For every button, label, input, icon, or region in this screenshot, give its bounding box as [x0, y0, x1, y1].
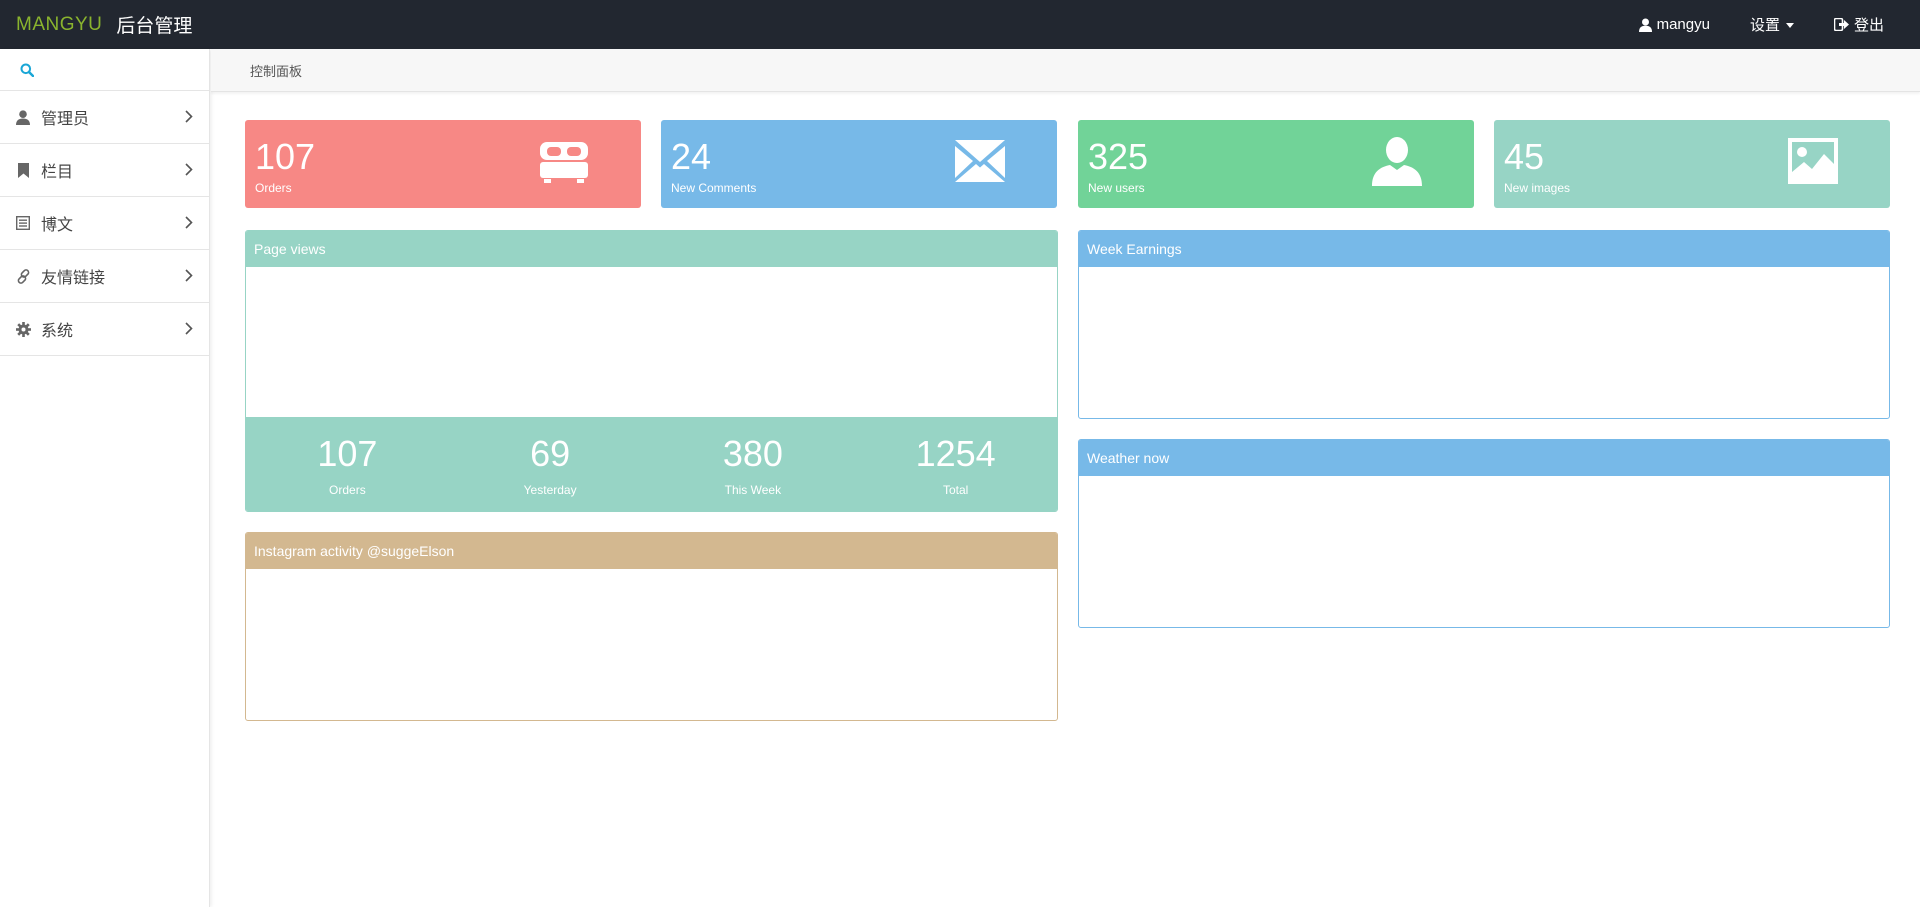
- tile-value: 325: [1088, 136, 1149, 177]
- breadcrumb: 控制面板: [211, 49, 1920, 92]
- tile-label: New images: [1504, 181, 1571, 195]
- sidebar-item-label: 博文: [41, 217, 74, 234]
- stat-value: 69: [530, 433, 571, 474]
- user-icon: [15, 109, 31, 125]
- caret-down-icon: [1785, 23, 1794, 28]
- gear-icon: [15, 321, 31, 337]
- panel-title: Page views: [246, 231, 1057, 267]
- user-menu[interactable]: mangyu: [1619, 0, 1730, 49]
- stat-label: Yesterday: [523, 483, 577, 497]
- search-icon[interactable]: [20, 63, 34, 77]
- brand-title[interactable]: 后台管理: [116, 11, 192, 38]
- stat-value: 107: [317, 433, 378, 474]
- page-views-stats: 107 Orders 69 Yesterday 380 This Week 12…: [246, 417, 1057, 511]
- settings-dropdown[interactable]: 设置: [1730, 0, 1814, 49]
- stat-tile-users[interactable]: 325 New users: [1078, 120, 1474, 208]
- top-right-menu: mangyu 设置 登出: [1619, 0, 1920, 49]
- sidebar-search[interactable]: [0, 49, 209, 91]
- sidebar-item-label: 管理员: [41, 111, 90, 128]
- tile-value: 24: [671, 136, 712, 177]
- sidebar-item-links[interactable]: 友情链接: [0, 250, 209, 303]
- chevron-right-icon: [185, 110, 193, 123]
- picture-icon: [1788, 138, 1838, 184]
- stat-total: 1254 Total: [854, 417, 1057, 511]
- bookmark-icon: [15, 162, 31, 178]
- sidebar-item-label: 系统: [41, 323, 74, 340]
- tile-value: 107: [255, 136, 316, 177]
- tile-label: Orders: [255, 181, 292, 195]
- week-earnings-panel: Week Earnings: [1078, 230, 1890, 419]
- stat-value: 1254: [915, 433, 996, 474]
- chevron-right-icon: [185, 163, 193, 176]
- instagram-panel: Instagram activity @suggeElson: [245, 532, 1058, 721]
- top-navbar: MANGYU 后台管理 mangyu 设置 登出: [0, 0, 1920, 49]
- panel-title: Week Earnings: [1079, 231, 1889, 267]
- logout-icon: [1833, 18, 1849, 31]
- sidebar: 管理员 栏目 博文 友情链接 系统: [0, 49, 210, 907]
- stat-yesterday: 69 Yesterday: [449, 417, 652, 511]
- weather-panel: Weather now: [1078, 439, 1890, 628]
- chevron-right-icon: [185, 216, 193, 229]
- sidebar-item-column[interactable]: 栏目: [0, 144, 209, 197]
- envelope-icon: [955, 140, 1005, 182]
- breadcrumb-item[interactable]: 控制面板: [250, 61, 302, 80]
- chevron-right-icon: [185, 322, 193, 335]
- brand[interactable]: MANGYU 后台管理: [16, 11, 192, 38]
- user-icon: [1638, 18, 1652, 32]
- stat-tile-comments[interactable]: 24 New Comments: [661, 120, 1057, 208]
- sidebar-item-system[interactable]: 系统: [0, 303, 209, 356]
- stat-orders: 107 Orders: [246, 417, 449, 511]
- sidebar-item-label: 友情链接: [41, 270, 106, 287]
- stat-this-week: 380 This Week: [652, 417, 855, 511]
- stat-label: Orders: [329, 483, 366, 497]
- page-views-panel: Page views 107 Orders 69 Yesterday 380 T…: [245, 230, 1058, 512]
- brand-logo[interactable]: MANGYU: [16, 14, 102, 36]
- panel-title: Instagram activity @suggeElson: [246, 533, 1057, 569]
- tile-label: New Comments: [671, 181, 757, 195]
- sidebar-item-admin[interactable]: 管理员: [0, 91, 209, 144]
- user-icon: [1372, 137, 1422, 186]
- stat-label: Total: [942, 483, 969, 497]
- tile-value: 45: [1504, 136, 1545, 177]
- username: mangyu: [1656, 16, 1710, 33]
- stat-tile-images[interactable]: 45 New images: [1494, 120, 1890, 208]
- sidebar-item-label: 栏目: [41, 164, 74, 181]
- bed-icon: [540, 142, 588, 183]
- stat-value: 380: [722, 433, 783, 474]
- panel-title: Weather now: [1079, 440, 1889, 476]
- stat-tile-orders[interactable]: 107 Orders: [245, 120, 641, 208]
- list-alt-icon: [15, 215, 31, 231]
- tile-label: New users: [1088, 181, 1145, 195]
- settings-label: 设置: [1749, 17, 1780, 34]
- logout-button[interactable]: 登出: [1814, 0, 1920, 49]
- stat-label: This Week: [724, 483, 782, 497]
- logout-label: 登出: [1853, 17, 1884, 34]
- link-icon: [15, 268, 31, 284]
- chevron-right-icon: [185, 269, 193, 282]
- sidebar-item-posts[interactable]: 博文: [0, 197, 209, 250]
